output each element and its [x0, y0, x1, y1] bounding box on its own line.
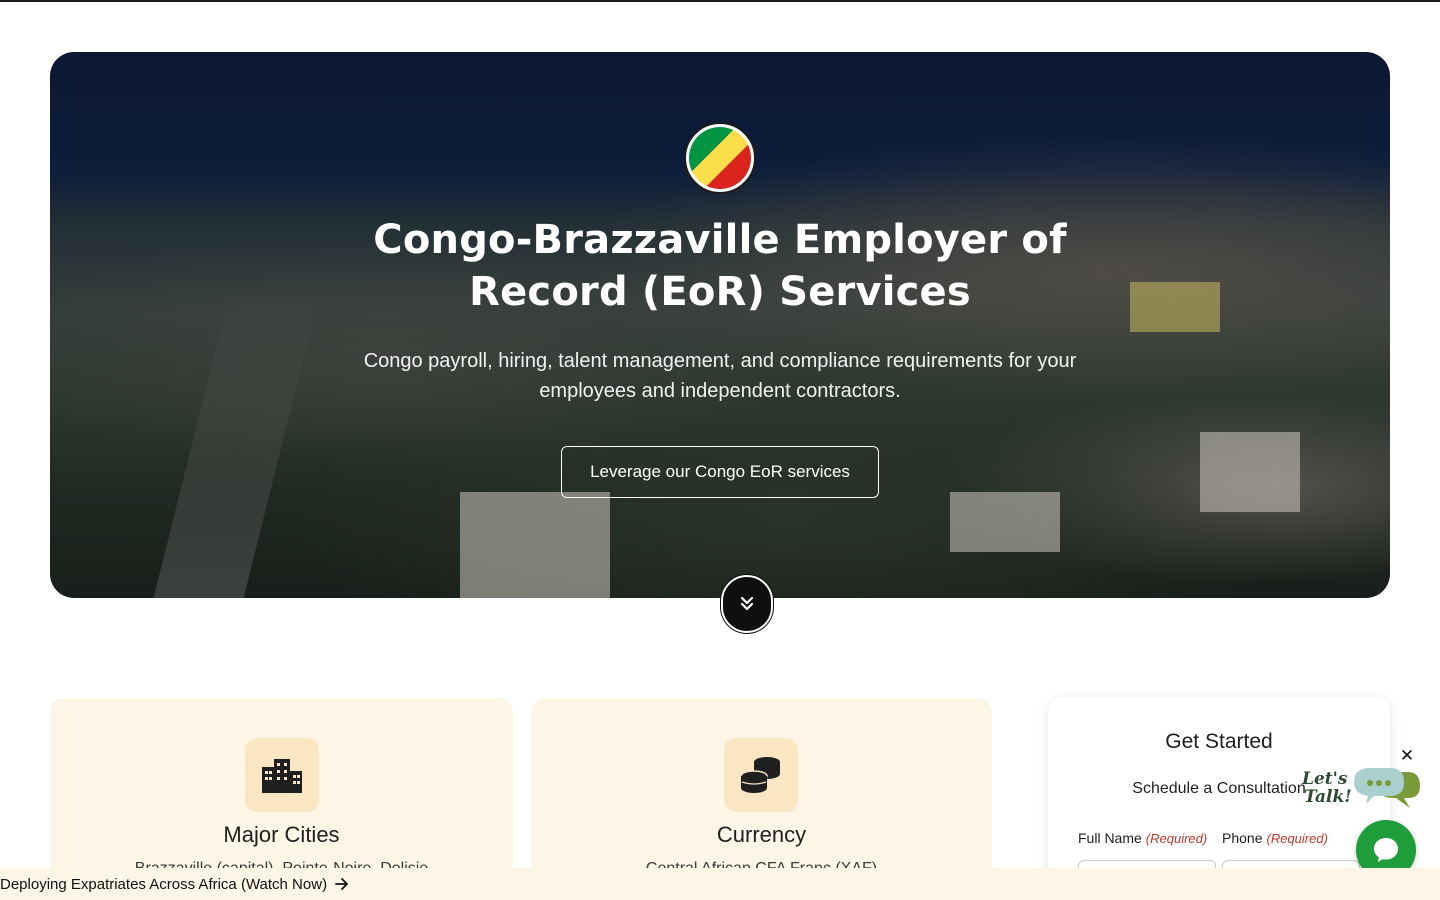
card-title: Major Cities — [223, 822, 340, 847]
congo-flag-icon — [689, 127, 751, 189]
form-title: Get Started — [1165, 730, 1273, 753]
chat-close-button[interactable]: ✕ — [1398, 746, 1416, 766]
lets-talk-text-line2: Talk! — [1304, 787, 1352, 807]
full-name-label-text: Full Name — [1078, 830, 1142, 846]
city-buildings-icon — [262, 759, 302, 793]
required-tag: (Required) — [1145, 831, 1208, 846]
leverage-eor-services-button[interactable]: Leverage our Congo EoR services — [561, 446, 879, 498]
lets-talk-text-line1: Let's — [1301, 769, 1348, 789]
page-title: Congo-Brazzaville Employer of Record (Eo… — [373, 217, 1067, 315]
bottom-announcement-bar: Deploying Expatriates Across Africa (Wat… — [0, 868, 1440, 900]
coins-stack-icon-box — [724, 738, 798, 812]
hero-background-building — [460, 492, 610, 598]
double-chevron-down-icon — [740, 596, 754, 611]
hero-banner: Congo-Brazzaville Employer of Record (Eo… — [50, 52, 1390, 598]
lets-talk-speech-bubbles-icon: Let's Talk! — [1301, 768, 1420, 808]
lets-talk-badge[interactable]: Let's Talk! — [1300, 764, 1424, 822]
hero-background-building — [1130, 282, 1220, 332]
top-rule — [0, 0, 1440, 2]
watch-now-link[interactable]: Deploying Expatriates Across Africa (Wat… — [0, 876, 349, 893]
hero-background-road — [147, 282, 323, 598]
phone-label-text: Phone — [1222, 830, 1263, 846]
scroll-down-button[interactable] — [721, 575, 773, 633]
full-name-label: Full Name (Required) — [1078, 830, 1207, 846]
watch-now-link-text: Deploying Expatriates Across Africa (Wat… — [0, 875, 328, 893]
required-tag: (Required) — [1266, 831, 1328, 846]
hero-subtitle: Congo payroll, hiring, talent management… — [363, 350, 1077, 402]
hero-background-building — [950, 492, 1060, 552]
congo-flag-badge — [684, 122, 756, 194]
coins-stack-icon — [740, 757, 780, 793]
hero-background-building — [1200, 432, 1300, 512]
arrow-right-icon — [335, 878, 348, 890]
phone-label: Phone (Required) — [1222, 830, 1328, 846]
city-buildings-icon-box — [245, 738, 319, 812]
card-title: Currency — [716, 822, 807, 847]
chat-bubble-icon — [1374, 838, 1398, 862]
